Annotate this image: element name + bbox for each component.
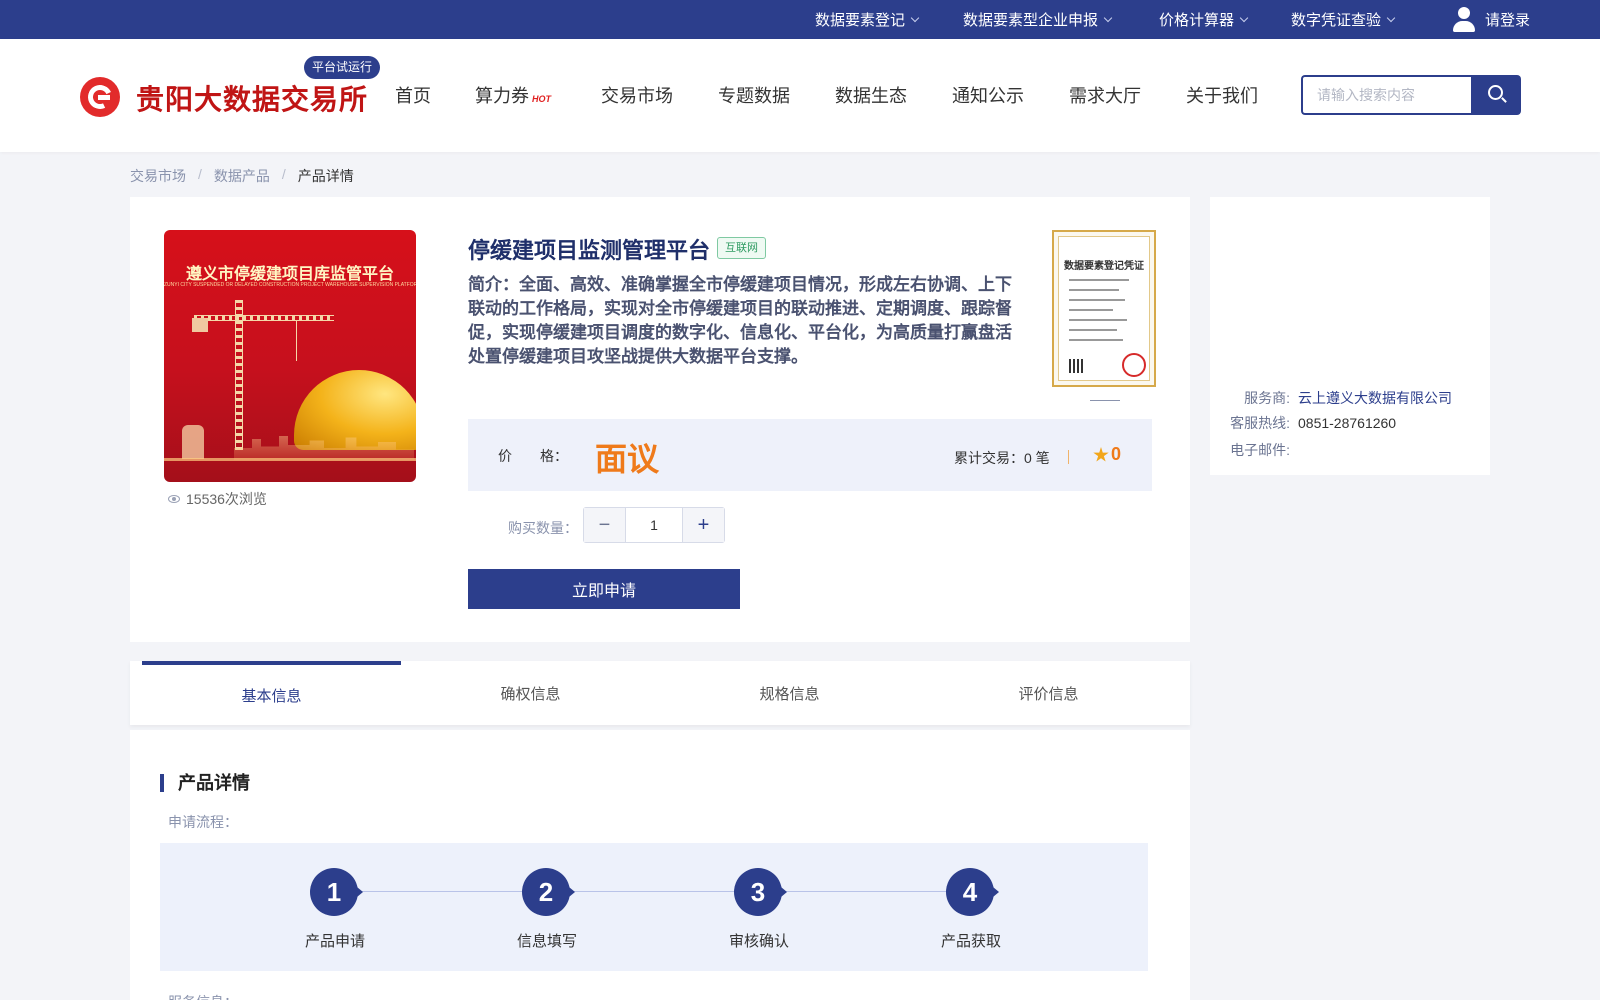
nav-notices[interactable]: 通知公示 bbox=[952, 80, 1024, 110]
user-icon bbox=[1453, 6, 1475, 33]
product-image-banner: 遵义市停缓建项目库监管平台 bbox=[185, 266, 394, 283]
nav-demand-hall[interactable]: 需求大厅 bbox=[1069, 80, 1141, 110]
tab-rights-info[interactable]: 确权信息 bbox=[401, 661, 660, 725]
nav-topic-data[interactable]: 专题数据 bbox=[718, 80, 790, 110]
chevron-down-icon bbox=[910, 13, 920, 22]
provider-row: 服务商: 云上遵义大数据有限公司 bbox=[1230, 388, 1452, 408]
search-icon bbox=[1488, 85, 1503, 100]
price-label: 价 格： bbox=[498, 448, 568, 464]
category-tag: 互联网 bbox=[717, 237, 766, 259]
flow-label: 申请流程： bbox=[168, 814, 238, 830]
hotline-row: 客服热线: 0851-28761260 bbox=[1230, 413, 1396, 433]
breadcrumb-market[interactable]: 交易市场 bbox=[130, 166, 186, 186]
view-count: 15536次浏览 bbox=[168, 489, 267, 509]
quantity-input[interactable]: 1 bbox=[625, 508, 683, 542]
step-2-label: 信息填写 bbox=[516, 933, 577, 950]
info-tabs: 基本信息 确权信息 规格信息 评价信息 bbox=[130, 661, 1190, 725]
tab-spec-info[interactable]: 规格信息 bbox=[660, 661, 919, 725]
provider-link[interactable]: 云上遵义大数据有限公司 bbox=[1298, 390, 1452, 406]
logo-icon[interactable] bbox=[80, 77, 120, 117]
search-button[interactable] bbox=[1471, 75, 1521, 115]
top-bar: 数据要素登记 数据要素型企业申报 价格计算器 数字凭证查验 请登录 bbox=[0, 0, 1600, 39]
breadcrumb-current: 产品详情 bbox=[297, 168, 354, 184]
quantity-decrease-button[interactable]: − bbox=[584, 508, 625, 542]
site-logo-text[interactable]: 贵阳大数据交易所 bbox=[136, 78, 368, 118]
nav-compute-voucher[interactable]: 算力券 HOT bbox=[475, 80, 551, 110]
step-3-number: 3 bbox=[734, 868, 787, 916]
nav-home[interactable]: 首页 bbox=[395, 80, 431, 110]
step-3-label: 审核确认 bbox=[728, 933, 789, 950]
registration-certificate[interactable]: 数据要素登记凭证 bbox=[1052, 230, 1156, 387]
process-steps bbox=[160, 843, 1148, 971]
nav-market[interactable]: 交易市场 bbox=[601, 80, 673, 110]
breadcrumb-data-products[interactable]: 数据产品 bbox=[214, 166, 270, 186]
detail-title: 产品详情 bbox=[160, 774, 250, 792]
hot-badge: HOT bbox=[532, 94, 551, 104]
qr-code-icon bbox=[1069, 359, 1083, 373]
hotline-value: 0851-28761260 bbox=[1298, 415, 1397, 431]
topbar-item-enterprise-declaration[interactable]: 数据要素型企业申报 bbox=[963, 0, 1113, 39]
nav-ecosystem[interactable]: 数据生态 bbox=[835, 80, 907, 110]
quantity-stepper: − 1 + bbox=[583, 507, 725, 543]
search-box bbox=[1301, 75, 1473, 115]
chevron-down-icon bbox=[1103, 13, 1113, 22]
service-provider-card bbox=[1210, 197, 1490, 475]
trial-badge: 平台试运行 bbox=[304, 56, 381, 79]
product-image-subtitle: ZUNYI CITY SUSPENDED OR DELAYED CONSTRUC… bbox=[164, 282, 416, 288]
certificate-indicator bbox=[1090, 400, 1120, 401]
step-1-number: 1 bbox=[310, 868, 363, 916]
email-row: 电子邮件: bbox=[1230, 440, 1290, 460]
apply-now-button[interactable]: 立即申请 bbox=[468, 569, 740, 609]
step-2-number: 2 bbox=[522, 868, 575, 916]
step-4-label: 产品获取 bbox=[940, 933, 1001, 950]
email-label: 电子邮件: bbox=[1230, 442, 1290, 458]
login-link[interactable]: 请登录 bbox=[1453, 0, 1530, 39]
quantity-label: 购买数量： bbox=[508, 520, 578, 536]
trade-count: 累计交易：0 笔 bbox=[954, 450, 1050, 466]
step-4-number: 4 bbox=[946, 868, 999, 916]
steps-connector bbox=[360, 891, 974, 892]
breadcrumb: 交易市场 / 数据产品 / 产品详情 bbox=[130, 166, 354, 186]
rating-count: 0 bbox=[1111, 444, 1122, 464]
certificate-title: 数据要素登记凭证 bbox=[1064, 261, 1144, 272]
eye-icon bbox=[168, 495, 180, 503]
quantity-increase-button[interactable]: + bbox=[683, 508, 724, 542]
seal-icon bbox=[1122, 353, 1146, 377]
hotline-label: 客服热线: bbox=[1230, 415, 1290, 431]
product-image: 遵义市停缓建项目库监管平台 ZUNYI CITY SUSPENDED OR DE… bbox=[164, 230, 416, 482]
tab-review-info[interactable]: 评价信息 bbox=[919, 661, 1178, 725]
topbar-item-data-registration[interactable]: 数据要素登记 bbox=[815, 0, 920, 39]
price-value: 面议 bbox=[595, 441, 660, 477]
chevron-down-icon bbox=[1239, 13, 1249, 22]
topbar-item-voucher-check[interactable]: 数字凭证查验 bbox=[1291, 0, 1396, 39]
provider-label: 服务商: bbox=[1244, 390, 1290, 406]
service-info-label: 服务信息： bbox=[168, 992, 238, 1000]
topbar-item-price-calculator[interactable]: 价格计算器 bbox=[1159, 0, 1249, 39]
search-input[interactable] bbox=[1303, 77, 1473, 113]
product-description: 简介：全面、高效、准确掌握全市停缓建项目情况，形成左右协调、上下联动的工作格局，… bbox=[468, 275, 1012, 366]
product-title: 停缓建项目监测管理平台 bbox=[468, 238, 711, 263]
step-1-label: 产品申请 bbox=[304, 933, 365, 950]
nav-about[interactable]: 关于我们 bbox=[1186, 80, 1258, 110]
chevron-down-icon bbox=[1386, 13, 1396, 22]
tab-basic-info[interactable]: 基本信息 bbox=[142, 661, 401, 725]
